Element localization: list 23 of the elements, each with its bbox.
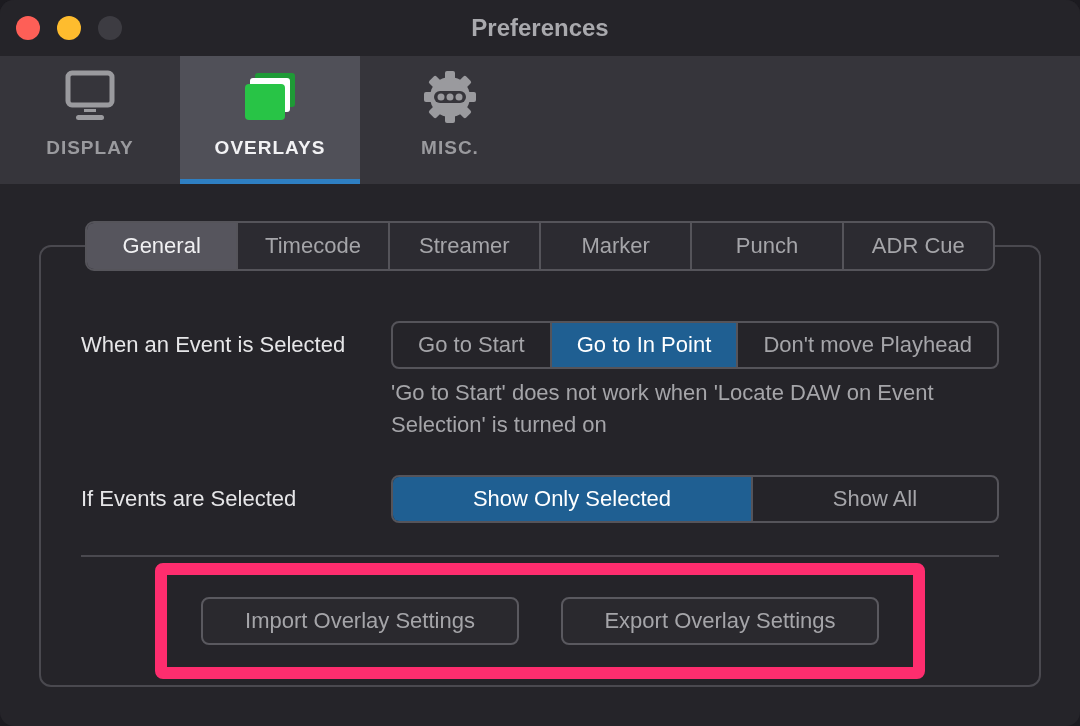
tab[interactable]: Timecode <box>236 223 388 269</box>
settings-icon <box>422 69 478 125</box>
segment-option[interactable]: Go to In Point <box>549 323 737 367</box>
hint-text: 'Go to Start' does not work when 'Locate DAW on Event Selection' is turned on <box>391 379 935 439</box>
tab[interactable]: Marker <box>539 223 691 269</box>
setting-label: If Events are Selected <box>81 486 298 512</box>
segment-option[interactable]: Show All <box>750 477 997 521</box>
export-button[interactable]: Export Overlay Settings <box>561 597 879 645</box>
import-button[interactable]: Import Overlay Settings <box>201 597 519 645</box>
tab[interactable]: Punch <box>690 223 842 269</box>
minimize-button[interactable] <box>57 16 81 40</box>
window-title: Preferences <box>471 14 609 42</box>
toolbar-tab[interactable]: MISC. <box>360 56 540 184</box>
toolbar-tab[interactable]: DISPLAY <box>0 56 180 184</box>
close-button[interactable] <box>16 16 40 40</box>
tab[interactable]: Streamer <box>387 223 539 269</box>
tab[interactable]: ADR Cue <box>841 223 993 269</box>
toolbar-tab[interactable]: OVERLAYS <box>180 56 360 184</box>
segment-option[interactable]: Don't move Playhead <box>736 323 997 367</box>
segment-option[interactable]: Go to Start <box>393 323 550 367</box>
segment-option[interactable]: Show Only Selected <box>393 477 751 521</box>
setting-label: When an Event is Selected <box>81 332 347 358</box>
tab[interactable]: General <box>87 223 237 269</box>
